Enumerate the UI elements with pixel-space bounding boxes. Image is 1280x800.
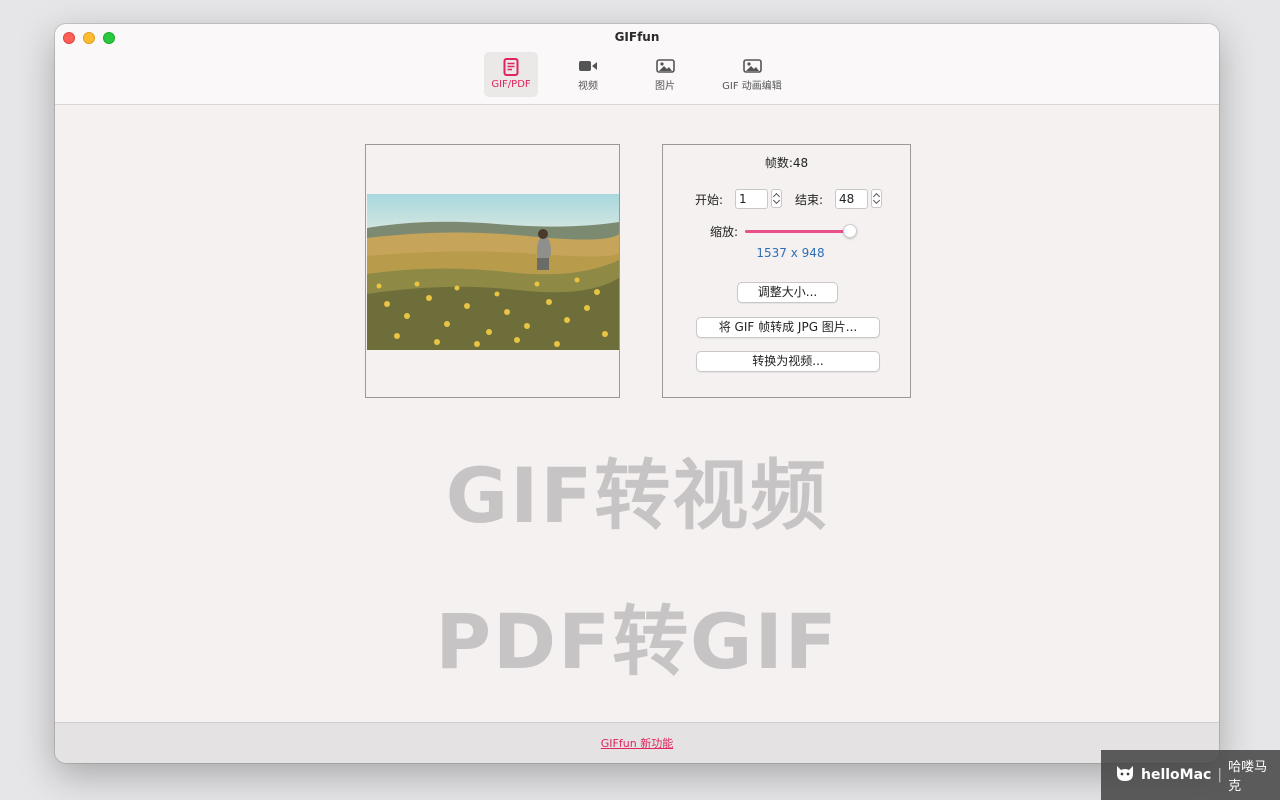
brand-cn: 哈喽马克: [1228, 760, 1268, 794]
output-dimensions: 1537 x 948: [756, 246, 825, 260]
title-bar: GIFfun GIF/PDF 视频 图片 GIF 动画编辑: [55, 24, 1219, 105]
tab-label: GIF/PDF: [491, 79, 531, 90]
settings-panel: 帧数:48 开始: 1 结束: 48 缩放: 1537 x 948 调整大小..…: [662, 144, 911, 398]
cat-logo-icon: [1115, 764, 1135, 786]
tab-image[interactable]: 图片: [642, 52, 688, 97]
window-title: GIFfun: [614, 30, 660, 44]
brand-name: helloMac: [1141, 767, 1212, 783]
start-frame-stepper[interactable]: [771, 189, 782, 208]
scale-slider[interactable]: [745, 224, 857, 238]
gif-preview[interactable]: [365, 144, 620, 398]
image-icon: [655, 58, 675, 74]
end-frame-input[interactable]: 48: [835, 189, 868, 209]
tab-video[interactable]: 视频: [565, 52, 611, 97]
watermark-line-1: GIF转视频: [445, 451, 829, 540]
tab-label: 视频: [578, 81, 598, 92]
resize-button[interactable]: 调整大小...: [737, 282, 838, 303]
convert-to-video-button[interactable]: 转换为视频...: [696, 351, 880, 372]
tab-label: GIF 动画编辑: [722, 81, 782, 92]
start-frame-input[interactable]: 1: [735, 189, 768, 209]
image-icon: [742, 58, 762, 74]
scale-label: 缩放:: [710, 225, 739, 239]
brand-separator: |: [1217, 767, 1223, 783]
whats-new-link[interactable]: GIFfun 新功能: [601, 735, 673, 751]
hellomac-watermark: helloMac | 哈喽马克: [1101, 750, 1280, 800]
frame-count: 帧数:48: [764, 156, 809, 170]
app-window: GIFfun GIF/PDF 视频 图片 GIF 动画编辑 帧数:48 开始: …: [55, 24, 1219, 763]
scale-slider-fill: [745, 230, 850, 233]
tab-gif-editor[interactable]: GIF 动画编辑: [713, 52, 791, 97]
footer-bar: GIFfun 新功能: [55, 722, 1219, 763]
tab-label: 图片: [655, 81, 675, 92]
watermark-line-2: PDF转GIF: [435, 597, 839, 686]
start-label: 开始:: [695, 193, 724, 207]
end-frame-stepper[interactable]: [871, 189, 882, 208]
video-camera-icon: [578, 58, 598, 74]
preview-image: [367, 194, 619, 350]
end-label: 结束:: [795, 193, 824, 207]
tab-gif-pdf[interactable]: GIF/PDF: [484, 52, 538, 97]
scale-slider-knob[interactable]: [842, 224, 857, 238]
convert-to-jpg-button[interactable]: 将 GIF 帧转成 JPG 图片...: [696, 317, 880, 338]
document-icon: [503, 58, 519, 76]
